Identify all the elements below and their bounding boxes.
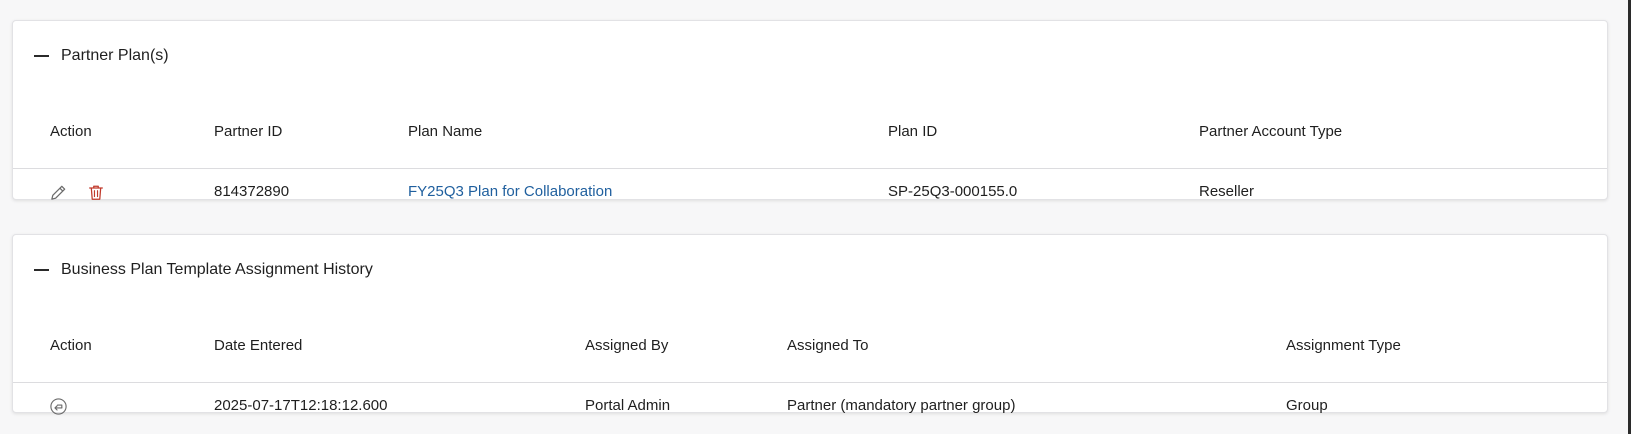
column-header-assigned-by[interactable]: Assigned By — [585, 337, 668, 354]
partner-id-cell: 814372890 — [214, 183, 290, 200]
column-header-date-entered[interactable]: Date Entered — [214, 337, 302, 354]
column-header-partner-id[interactable]: Partner ID — [214, 123, 282, 140]
trash-icon — [89, 185, 103, 200]
partner-plans-card: Partner Plan(s) Action Partner ID Plan N… — [12, 20, 1608, 200]
column-header-action: Action — [50, 337, 92, 354]
collapse-assignment-history-button[interactable] — [31, 260, 51, 280]
plan-name-link[interactable]: FY25Q3 Plan for Collaboration — [408, 183, 612, 200]
assignment-history-title: Business Plan Template Assignment Histor… — [61, 261, 373, 278]
assignment-history-table: Action Date Entered Assigned By Assigned… — [13, 305, 1607, 431]
revert-icon — [49, 397, 67, 415]
column-header-plan-id[interactable]: Plan ID — [888, 123, 937, 140]
partner-plans-header: Partner Plan(s) — [13, 21, 1607, 91]
partner-plans-title: Partner Plan(s) — [61, 47, 169, 64]
assigned-to-cell: Partner (mandatory partner group) — [787, 397, 1016, 414]
partner-plans-table-header: Action Partner ID Plan Name Plan ID Part… — [13, 91, 1607, 169]
minus-icon — [33, 269, 49, 271]
column-header-partner-account-type[interactable]: Partner Account Type — [1199, 123, 1342, 140]
assigned-by-cell: Portal Admin — [585, 397, 671, 414]
column-header-plan-name[interactable]: Plan Name — [408, 123, 482, 140]
column-header-assignment-type[interactable]: Assignment Type — [1286, 337, 1401, 354]
column-header-action: Action — [50, 123, 92, 140]
assignment-history-card: Business Plan Template Assignment Histor… — [12, 234, 1608, 415]
table-row: 814372890 FY25Q3 Plan for Collaboration … — [13, 169, 1607, 217]
partner-account-type-cell: Reseller — [1199, 183, 1255, 200]
column-header-assigned-to[interactable]: Assigned To — [787, 337, 868, 354]
assignment-type-cell: Group — [1286, 397, 1328, 414]
edit-button[interactable] — [48, 182, 68, 202]
date-entered-cell: 2025-07-17T12:18:12.600 — [214, 397, 388, 414]
pencil-icon — [50, 185, 65, 200]
revert-button[interactable] — [48, 396, 68, 416]
delete-button[interactable] — [86, 182, 106, 202]
table-row: 2025-07-17T12:18:12.600 Portal Admin Par… — [13, 383, 1607, 431]
assignment-history-table-header: Action Date Entered Assigned By Assigned… — [13, 305, 1607, 383]
collapse-partner-plans-button[interactable] — [31, 46, 51, 66]
minus-icon — [33, 55, 49, 57]
partner-plans-table: Action Partner ID Plan Name Plan ID Part… — [13, 91, 1607, 217]
plan-id-cell: SP-25Q3-000155.0 — [888, 183, 1018, 200]
assignment-history-header: Business Plan Template Assignment Histor… — [13, 235, 1607, 305]
